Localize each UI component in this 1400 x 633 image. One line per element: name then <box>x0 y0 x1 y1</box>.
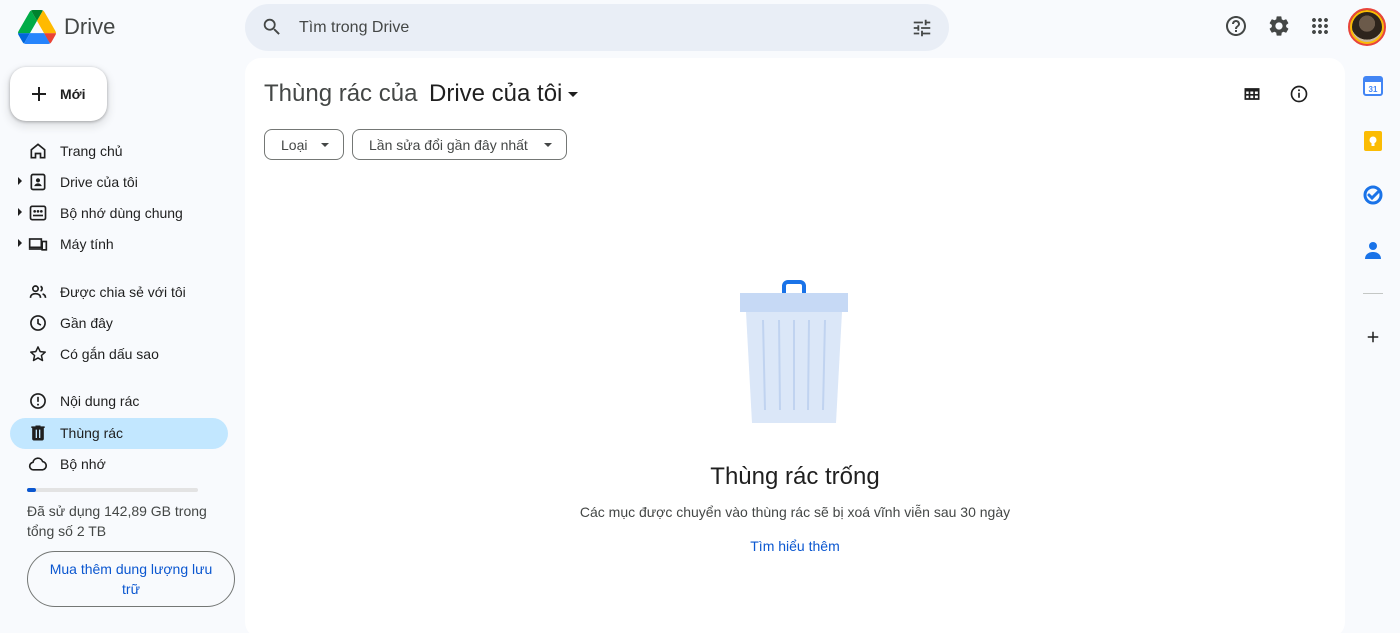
tasks-icon[interactable] <box>1363 185 1383 205</box>
computers-icon <box>28 234 48 254</box>
my-drive-icon <box>28 172 48 192</box>
sidebar-item-label: Nội dung rác <box>60 393 140 409</box>
empty-state-title: Thùng rác trống <box>710 463 880 490</box>
app-name: Drive <box>64 14 116 39</box>
grid-view-icon[interactable] <box>1242 84 1262 109</box>
new-button[interactable]: Mới <box>10 67 107 121</box>
star-icon <box>28 344 48 364</box>
sidebar-item-spam[interactable]: Nội dung rác <box>10 386 228 417</box>
expand-caret-icon[interactable] <box>18 177 22 185</box>
settings-gear-icon[interactable] <box>1267 14 1291 38</box>
home-icon <box>28 141 48 161</box>
recent-icon <box>28 313 48 333</box>
search-bar[interactable] <box>245 4 949 51</box>
sidebar-item-recent[interactable]: Gần đây <box>10 308 228 339</box>
filter-chip-label: Loại <box>281 137 308 153</box>
dropdown-arrow-icon <box>321 143 329 147</box>
dropdown-arrow-icon <box>544 143 552 147</box>
sidebar-item-my-drive[interactable]: Drive của tôi <box>10 167 228 198</box>
storage-usage-bar <box>27 488 198 492</box>
trash-icon <box>28 423 48 443</box>
calendar-icon[interactable]: 31 <box>1363 76 1383 96</box>
shared-drives-icon <box>28 203 48 223</box>
sidebar-item-shared-drives[interactable]: Bộ nhớ dùng chung <box>10 198 228 229</box>
main-panel: Thùng rác của Drive của tôi Loại Lần sửa… <box>245 58 1345 633</box>
sidebar-item-trash[interactable]: Thùng rác <box>10 418 228 449</box>
shared-with-me-icon <box>28 282 48 302</box>
search-input[interactable] <box>299 4 859 51</box>
sidebar-item-starred[interactable]: Có gắn dấu sao <box>10 339 228 370</box>
empty-state-subtitle: Các mục được chuyển vào thùng rác sẽ bị … <box>579 504 1011 520</box>
storage-usage-text: Đã sử dụng 142,89 GB trong tổng số 2 TB <box>27 503 207 539</box>
sidebar-item-computers[interactable]: Máy tính <box>10 229 228 260</box>
type-filter-chip[interactable]: Loại <box>264 129 344 160</box>
sidebar-item-label: Thùng rác <box>60 425 124 441</box>
sidebar-item-shared-with-me[interactable]: Được chia sẻ với tôi <box>10 277 228 308</box>
sidebar-item-label: Gần đây <box>60 315 113 331</box>
sidebar-item-label: Bộ nhớ dùng chung <box>60 205 183 221</box>
info-icon[interactable] <box>1289 84 1309 109</box>
sidebar-item-label: Drive của tôi <box>60 174 138 190</box>
drive-selector[interactable]: Drive của tôi <box>429 80 562 108</box>
apps-grid-icon[interactable] <box>1308 14 1332 38</box>
expand-caret-icon[interactable] <box>18 208 22 216</box>
plus-icon <box>27 82 51 111</box>
search-icon[interactable] <box>261 16 283 43</box>
drive-selector-dropdown-icon[interactable] <box>568 92 578 97</box>
storage-usage-fill <box>27 488 36 492</box>
sidebar-item-label: Có gắn dấu sao <box>60 346 159 362</box>
calendar-day-number: 31 <box>1369 85 1378 94</box>
sidebar-item-home[interactable]: Trang chủ <box>10 136 228 167</box>
new-button-label: Mới <box>60 86 86 102</box>
learn-more-link: Tìm hiểu thêm <box>245 538 1345 554</box>
empty-trash-illustration <box>740 280 848 423</box>
filter-chip-label: Lần sửa đổi gần đây nhất <box>369 137 528 153</box>
sidebar-item-label: Máy tính <box>60 236 114 252</box>
drive-logo[interactable]: Drive <box>18 10 115 44</box>
expand-caret-icon[interactable] <box>18 239 22 247</box>
page-title-prefix: Thùng rác của <box>264 80 418 107</box>
sidebar-item-label: Bộ nhớ <box>60 456 106 472</box>
sidebar-item-storage[interactable]: Bộ nhớ <box>10 449 228 480</box>
buy-storage-button[interactable]: Mua thêm dung lượng lưu trữ <box>27 551 235 607</box>
spam-icon <box>28 391 48 411</box>
help-icon[interactable] <box>1224 14 1248 38</box>
contacts-icon[interactable] <box>1363 240 1383 260</box>
sidebar-item-label: Trang chủ <box>60 143 123 159</box>
rail-divider <box>1363 293 1383 294</box>
cloud-icon <box>28 454 48 474</box>
learn-more-link-text[interactable]: Tìm hiểu thêm <box>750 538 839 554</box>
sidebar-item-label: Được chia sẻ với tôi <box>60 284 186 300</box>
add-icon[interactable] <box>1363 327 1383 347</box>
search-options-icon[interactable] <box>911 17 933 44</box>
drive-logo-icon <box>18 10 56 44</box>
keep-icon[interactable] <box>1363 131 1383 151</box>
modified-filter-chip[interactable]: Lần sửa đổi gần đây nhất <box>352 129 567 160</box>
account-avatar[interactable] <box>1348 8 1386 46</box>
